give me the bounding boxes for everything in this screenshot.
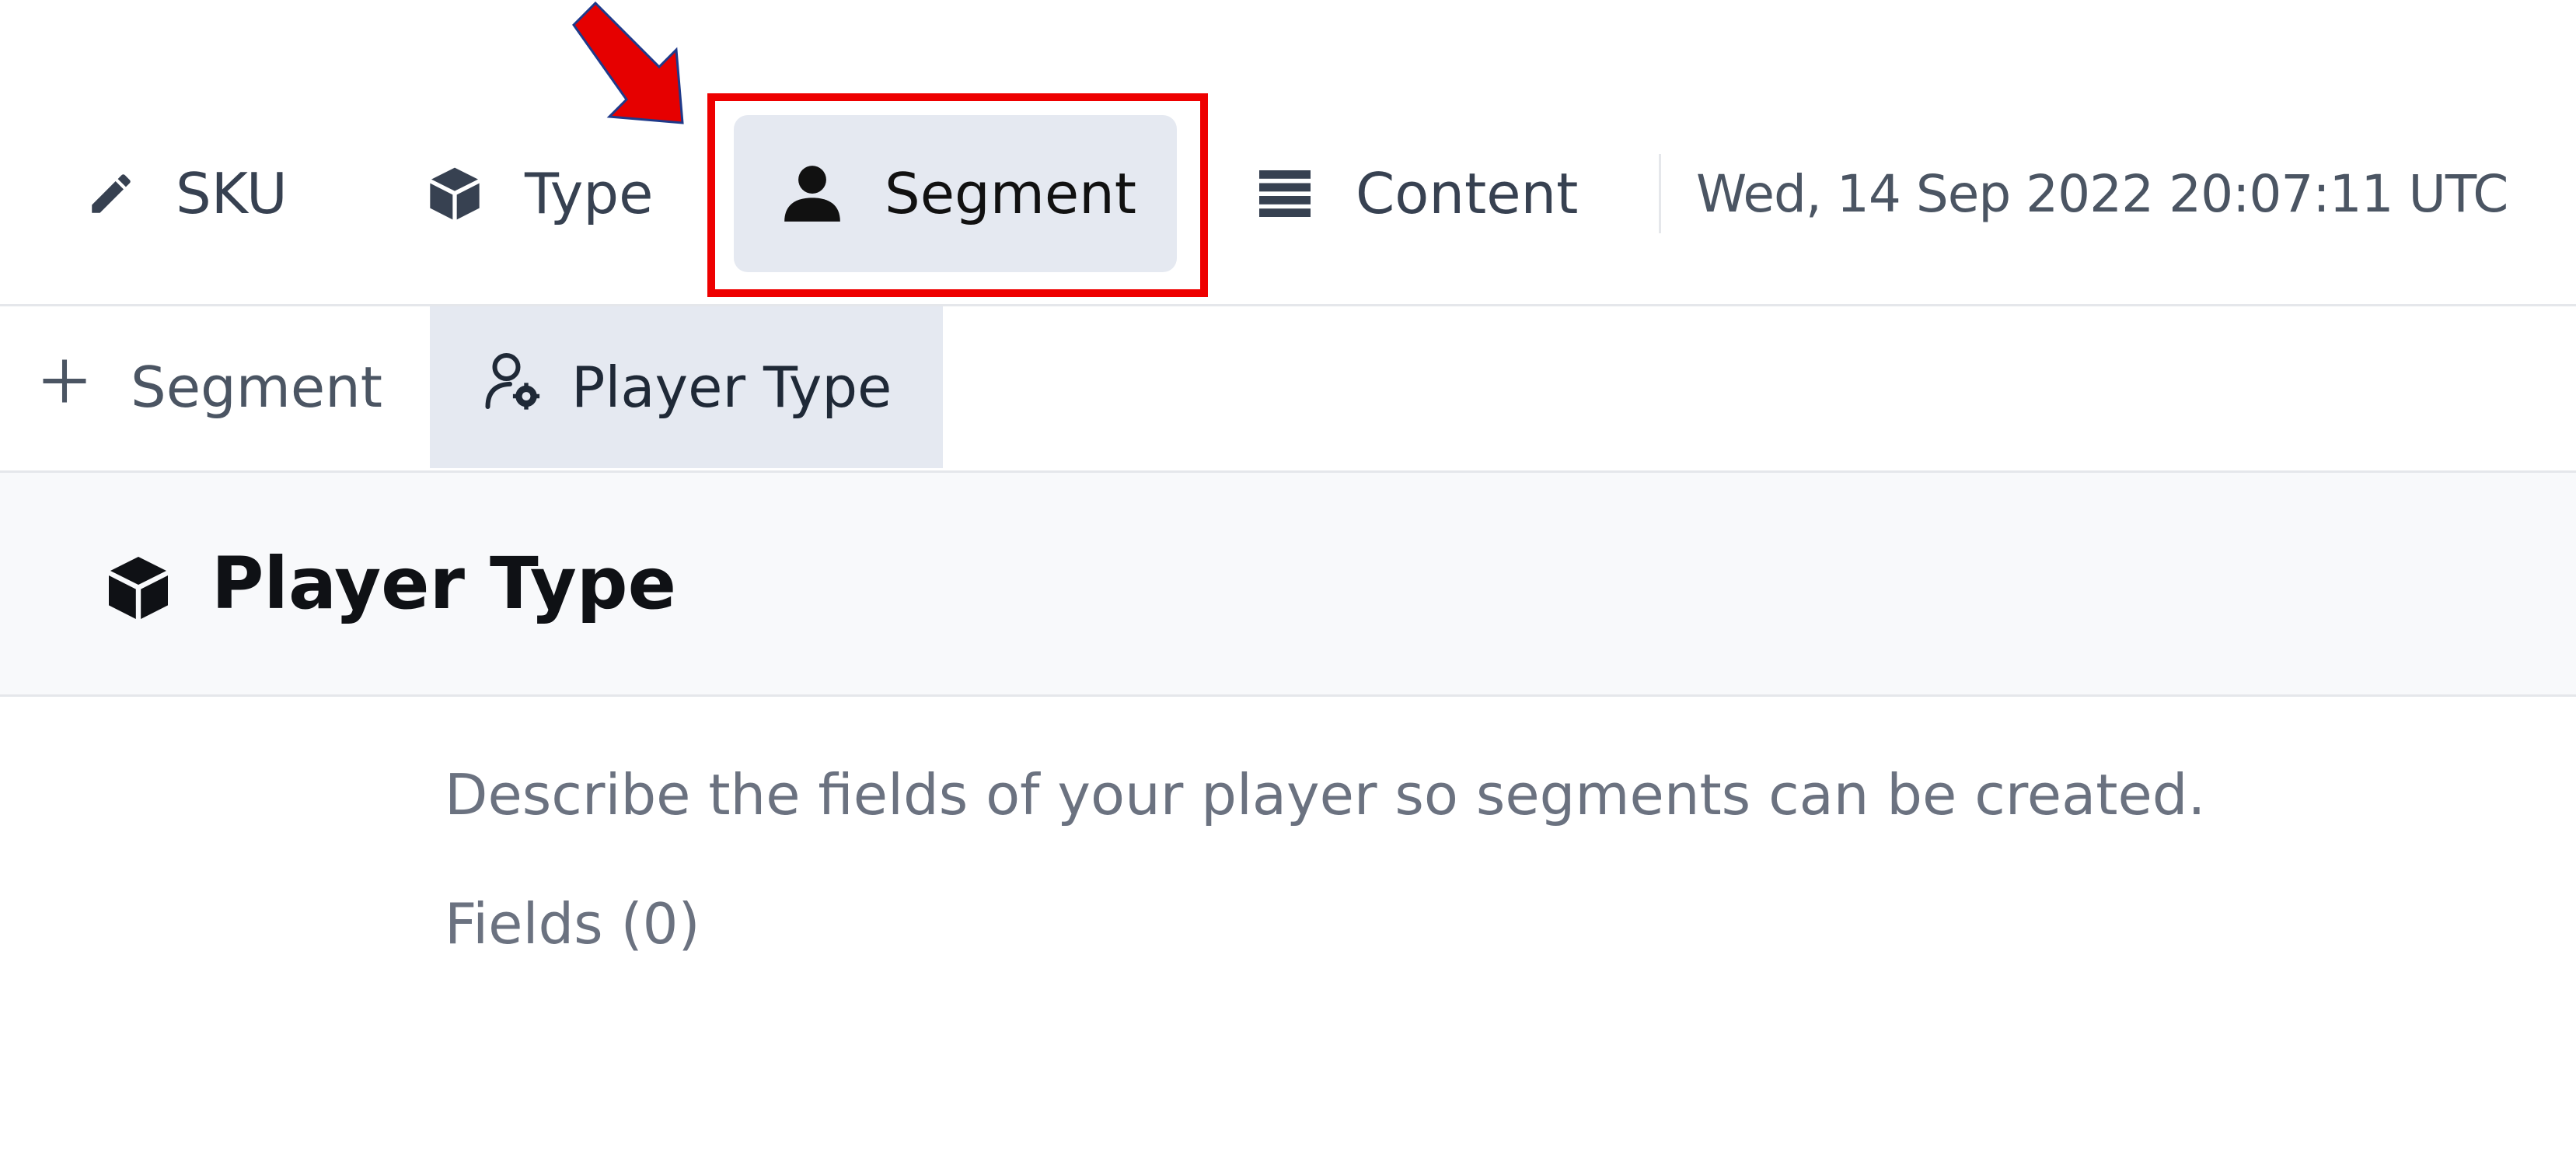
nav-tab-content-label: Content (1356, 161, 1579, 226)
cube-icon (101, 551, 176, 628)
cube-icon (424, 163, 486, 225)
page-description: Describe the fields of your player so se… (445, 762, 2206, 827)
nav-tab-content[interactable]: Content (1259, 115, 1586, 272)
fields-count-label: Fields (0) (445, 891, 700, 956)
nav-tab-sku-label: SKU (176, 161, 288, 226)
top-navigation: SKU Type Segment Content Wed, 14 Sep 202… (0, 0, 2576, 306)
page: SKU Type Segment Content Wed, 14 Sep 202… (0, 0, 2576, 1161)
annotation-arrow-icon (560, 0, 692, 135)
nav-divider (1659, 154, 1661, 233)
annotation-highlight-box (707, 93, 1208, 297)
nav-tab-sku[interactable]: SKU (86, 115, 319, 272)
timestamp: Wed, 14 Sep 2022 20:07:11 UTC (1696, 163, 2508, 224)
nav-tab-type-label: Type (525, 161, 654, 226)
add-segment-button[interactable]: Segment (39, 306, 428, 468)
player-type-tab[interactable]: Player Type (430, 306, 943, 468)
page-title: Player Type (211, 542, 677, 625)
list-icon (1259, 170, 1311, 217)
page-header: Player Type (0, 473, 2576, 697)
plus-icon (39, 355, 90, 420)
nav-tab-type[interactable]: Type (424, 115, 680, 272)
secondary-toolbar: Segment Player Type (0, 306, 2576, 473)
player-type-tab-label: Player Type (571, 355, 892, 420)
pencil-icon (86, 168, 137, 219)
user-gear-icon (484, 350, 540, 425)
add-segment-label: Segment (131, 355, 382, 420)
